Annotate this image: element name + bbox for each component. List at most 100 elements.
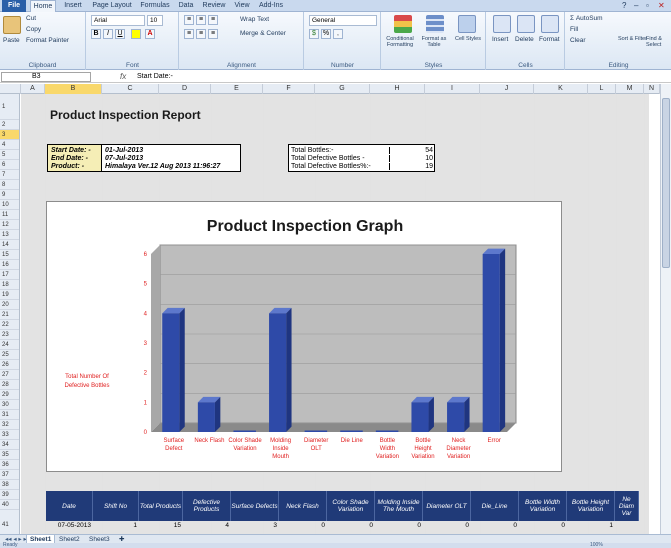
insert-button[interactable]: Insert: [492, 36, 508, 43]
row-header-28[interactable]: 28: [0, 380, 19, 390]
defective-value[interactable]: 10: [389, 155, 433, 162]
table-cell[interactable]: 0: [471, 522, 519, 529]
tab-review[interactable]: Review: [200, 0, 228, 12]
format-cells-icon[interactable]: [541, 15, 559, 33]
help-icon[interactable]: ?: [622, 1, 626, 11]
row-header-33[interactable]: 33: [0, 430, 19, 440]
paste-button[interactable]: Paste: [3, 37, 20, 44]
column-header-c[interactable]: C: [102, 84, 159, 94]
table-cell[interactable]: 07-05-2013: [46, 522, 93, 529]
row-header-23[interactable]: 23: [0, 330, 19, 340]
column-header-b[interactable]: B: [45, 84, 102, 94]
row-header-31[interactable]: 31: [0, 410, 19, 420]
align-left-icon[interactable]: ≡: [184, 29, 194, 39]
column-header-h[interactable]: H: [370, 84, 425, 94]
row-header-7[interactable]: 7: [0, 170, 19, 180]
column-header-i[interactable]: I: [425, 84, 480, 94]
table-header-cell[interactable]: Ne Diam Var: [615, 491, 639, 521]
row-header-36[interactable]: 36: [0, 460, 19, 470]
insert-cells-icon[interactable]: [493, 15, 511, 33]
currency-icon[interactable]: $: [309, 29, 319, 39]
row-header-4[interactable]: 4: [0, 140, 19, 150]
scroll-thumb[interactable]: [662, 98, 670, 268]
table-header-cell[interactable]: Bottle Width Variation: [519, 491, 567, 521]
row-header-9[interactable]: 9: [0, 190, 19, 200]
row-header-17[interactable]: 17: [0, 270, 19, 280]
fill-color-icon[interactable]: [131, 29, 141, 39]
table-header-cell[interactable]: Neck Flash: [279, 491, 327, 521]
align-top-icon[interactable]: ≡: [184, 15, 194, 25]
font-name-select[interactable]: Arial: [91, 15, 145, 26]
total-bottles-value[interactable]: 54: [389, 147, 433, 154]
column-header-m[interactable]: M: [616, 84, 644, 94]
paste-icon[interactable]: [3, 16, 21, 34]
tab-page-layout[interactable]: Page Layout: [90, 0, 134, 12]
table-header-cell[interactable]: Defective Products: [183, 491, 231, 521]
chart-bar[interactable]: [162, 313, 180, 432]
delete-cells-icon[interactable]: [517, 15, 535, 33]
merge-center-button[interactable]: Merge & Center: [240, 30, 286, 37]
number-format-select[interactable]: General: [309, 15, 377, 26]
table-cell[interactable]: 0: [519, 522, 567, 529]
table-header-cell[interactable]: Diameter OLT: [423, 491, 471, 521]
product-value[interactable]: Himalaya Ver.12 Aug 2013 11:96:27: [105, 163, 220, 170]
end-date-value[interactable]: 07-Jul-2013: [105, 155, 143, 162]
start-date-value[interactable]: 01-Jul-2013: [105, 147, 143, 154]
table-header-cell[interactable]: Total Products: [139, 491, 183, 521]
chart-bar[interactable]: [340, 430, 363, 433]
row-header-39[interactable]: 39: [0, 490, 19, 500]
chart-bar[interactable]: [197, 402, 215, 432]
table-header-cell[interactable]: Die_Line: [471, 491, 519, 521]
align-right-icon[interactable]: ≡: [208, 29, 218, 39]
row-header-10[interactable]: 10: [0, 200, 19, 210]
row-header-41[interactable]: 41: [0, 510, 19, 534]
fill-button[interactable]: Fill: [570, 26, 578, 33]
wrap-text-button[interactable]: Wrap Text: [240, 16, 269, 23]
row-header-1[interactable]: 1: [0, 94, 19, 120]
conditional-formatting-button[interactable]: Conditional Formatting: [384, 36, 416, 48]
row-header-3[interactable]: 3: [0, 130, 19, 140]
row-header-35[interactable]: 35: [0, 450, 19, 460]
align-center-icon[interactable]: ≡: [196, 29, 206, 39]
clear-button[interactable]: Clear: [570, 37, 586, 44]
column-header-a[interactable]: A: [21, 84, 45, 94]
row-header-16[interactable]: 16: [0, 260, 19, 270]
italic-button[interactable]: I: [103, 29, 113, 39]
name-box[interactable]: B3: [1, 72, 91, 82]
percent-button[interactable]: %: [321, 29, 331, 39]
table-header-cell[interactable]: Molding Inside The Mouth: [375, 491, 423, 521]
select-all-corner[interactable]: [0, 84, 21, 94]
cut-button[interactable]: Cut: [26, 15, 36, 22]
format-button[interactable]: Format: [539, 36, 560, 43]
row-header-5[interactable]: 5: [0, 150, 19, 160]
chart-bar[interactable]: [304, 430, 328, 433]
row-header-26[interactable]: 26: [0, 360, 19, 370]
table-header-cell[interactable]: Bottle Height Variation: [567, 491, 615, 521]
row-header-20[interactable]: 20: [0, 300, 19, 310]
row-header-12[interactable]: 12: [0, 220, 19, 230]
font-size-select[interactable]: 10: [147, 15, 163, 26]
table-cell[interactable]: 0: [327, 522, 375, 529]
column-header-e[interactable]: E: [211, 84, 263, 94]
column-header-f[interactable]: F: [263, 84, 315, 94]
underline-button[interactable]: U: [115, 29, 125, 39]
row-header-38[interactable]: 38: [0, 480, 19, 490]
bold-button[interactable]: B: [91, 29, 101, 39]
row-header-30[interactable]: 30: [0, 400, 19, 410]
row-header-11[interactable]: 11: [0, 210, 19, 220]
table-cell[interactable]: 15: [139, 522, 183, 529]
close-icon[interactable]: ✕: [658, 1, 665, 11]
cell-styles-button[interactable]: Cell Styles: [452, 36, 484, 42]
row-header-37[interactable]: 37: [0, 470, 19, 480]
align-bottom-icon[interactable]: ≡: [208, 15, 218, 25]
row-header-25[interactable]: 25: [0, 350, 19, 360]
row-header-29[interactable]: 29: [0, 390, 19, 400]
insert-function-icon[interactable]: fx: [120, 71, 126, 83]
row-header-18[interactable]: 18: [0, 280, 19, 290]
table-cell[interactable]: 1: [93, 522, 139, 529]
row-header-2[interactable]: 2: [0, 120, 19, 130]
inspection-chart[interactable]: Product Inspection Graph Total Number Of…: [46, 201, 562, 472]
row-header-24[interactable]: 24: [0, 340, 19, 350]
format-table-icon[interactable]: [426, 15, 444, 33]
row-header-40[interactable]: 40: [0, 500, 19, 510]
